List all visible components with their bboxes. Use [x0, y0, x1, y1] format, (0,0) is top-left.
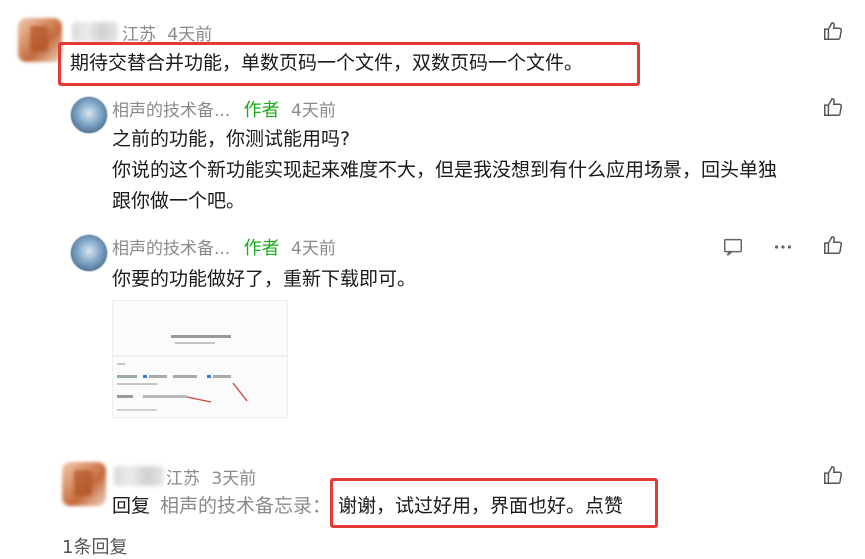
- comment-text: 你要的功能做好了，重新下载即可。: [112, 268, 417, 290]
- comment-text-line: 跟你做一个吧。: [112, 190, 246, 212]
- reply-button[interactable]: [720, 234, 746, 260]
- reply-target[interactable]: 相声的技术备忘录：: [160, 491, 331, 522]
- comment-text-line: 之前的功能，你测试能用吗?: [112, 128, 351, 150]
- comment-text-line: 你说的这个新功能实现起来难度不大，但是我没想到有什么应用场景，回头单独: [112, 159, 778, 181]
- like-icon: [824, 466, 842, 484]
- like-icon: [824, 22, 842, 40]
- comment-meta: 江苏 3天前: [166, 464, 256, 489]
- location: 江苏: [166, 469, 200, 489]
- timestamp: 4天前: [291, 101, 336, 121]
- author-badge: 作者: [243, 100, 280, 121]
- like-icon: [824, 98, 842, 116]
- username-blurred[interactable]: [114, 466, 164, 486]
- comment-meta: 相声的技术备... 作者 4天前: [112, 234, 336, 260]
- timestamp: 3天前: [211, 469, 257, 489]
- username-blurred[interactable]: [72, 22, 118, 42]
- avatar[interactable]: [62, 462, 106, 506]
- like-button[interactable]: [820, 94, 846, 120]
- timestamp: 4天前: [291, 239, 336, 259]
- avatar[interactable]: [18, 18, 62, 62]
- reply-icon: [724, 238, 742, 256]
- like-button[interactable]: [820, 232, 846, 258]
- comment-text: 期待交替合并功能，单数页码一个文件，双数页码一个文件。: [70, 52, 584, 74]
- username[interactable]: 相声的技术备...: [112, 101, 230, 121]
- like-button[interactable]: [820, 462, 846, 488]
- comment-meta: 相声的技术备... 作者 4天前: [112, 96, 336, 122]
- attached-image-content: [113, 301, 287, 417]
- author-badge: 作者: [243, 238, 280, 259]
- comment-text: 谢谢，试过好用，界面也好。点赞: [338, 495, 624, 517]
- avatar[interactable]: [70, 234, 108, 272]
- like-icon: [824, 236, 842, 254]
- reply-prefix: 回复: [112, 495, 151, 517]
- attached-image[interactable]: [112, 300, 288, 418]
- avatar[interactable]: [70, 96, 108, 134]
- more-icon: [774, 245, 792, 249]
- more-button[interactable]: [770, 234, 796, 260]
- like-button[interactable]: [820, 18, 846, 44]
- username[interactable]: 相声的技术备...: [112, 239, 230, 259]
- reply-count[interactable]: 1条回复: [62, 533, 127, 559]
